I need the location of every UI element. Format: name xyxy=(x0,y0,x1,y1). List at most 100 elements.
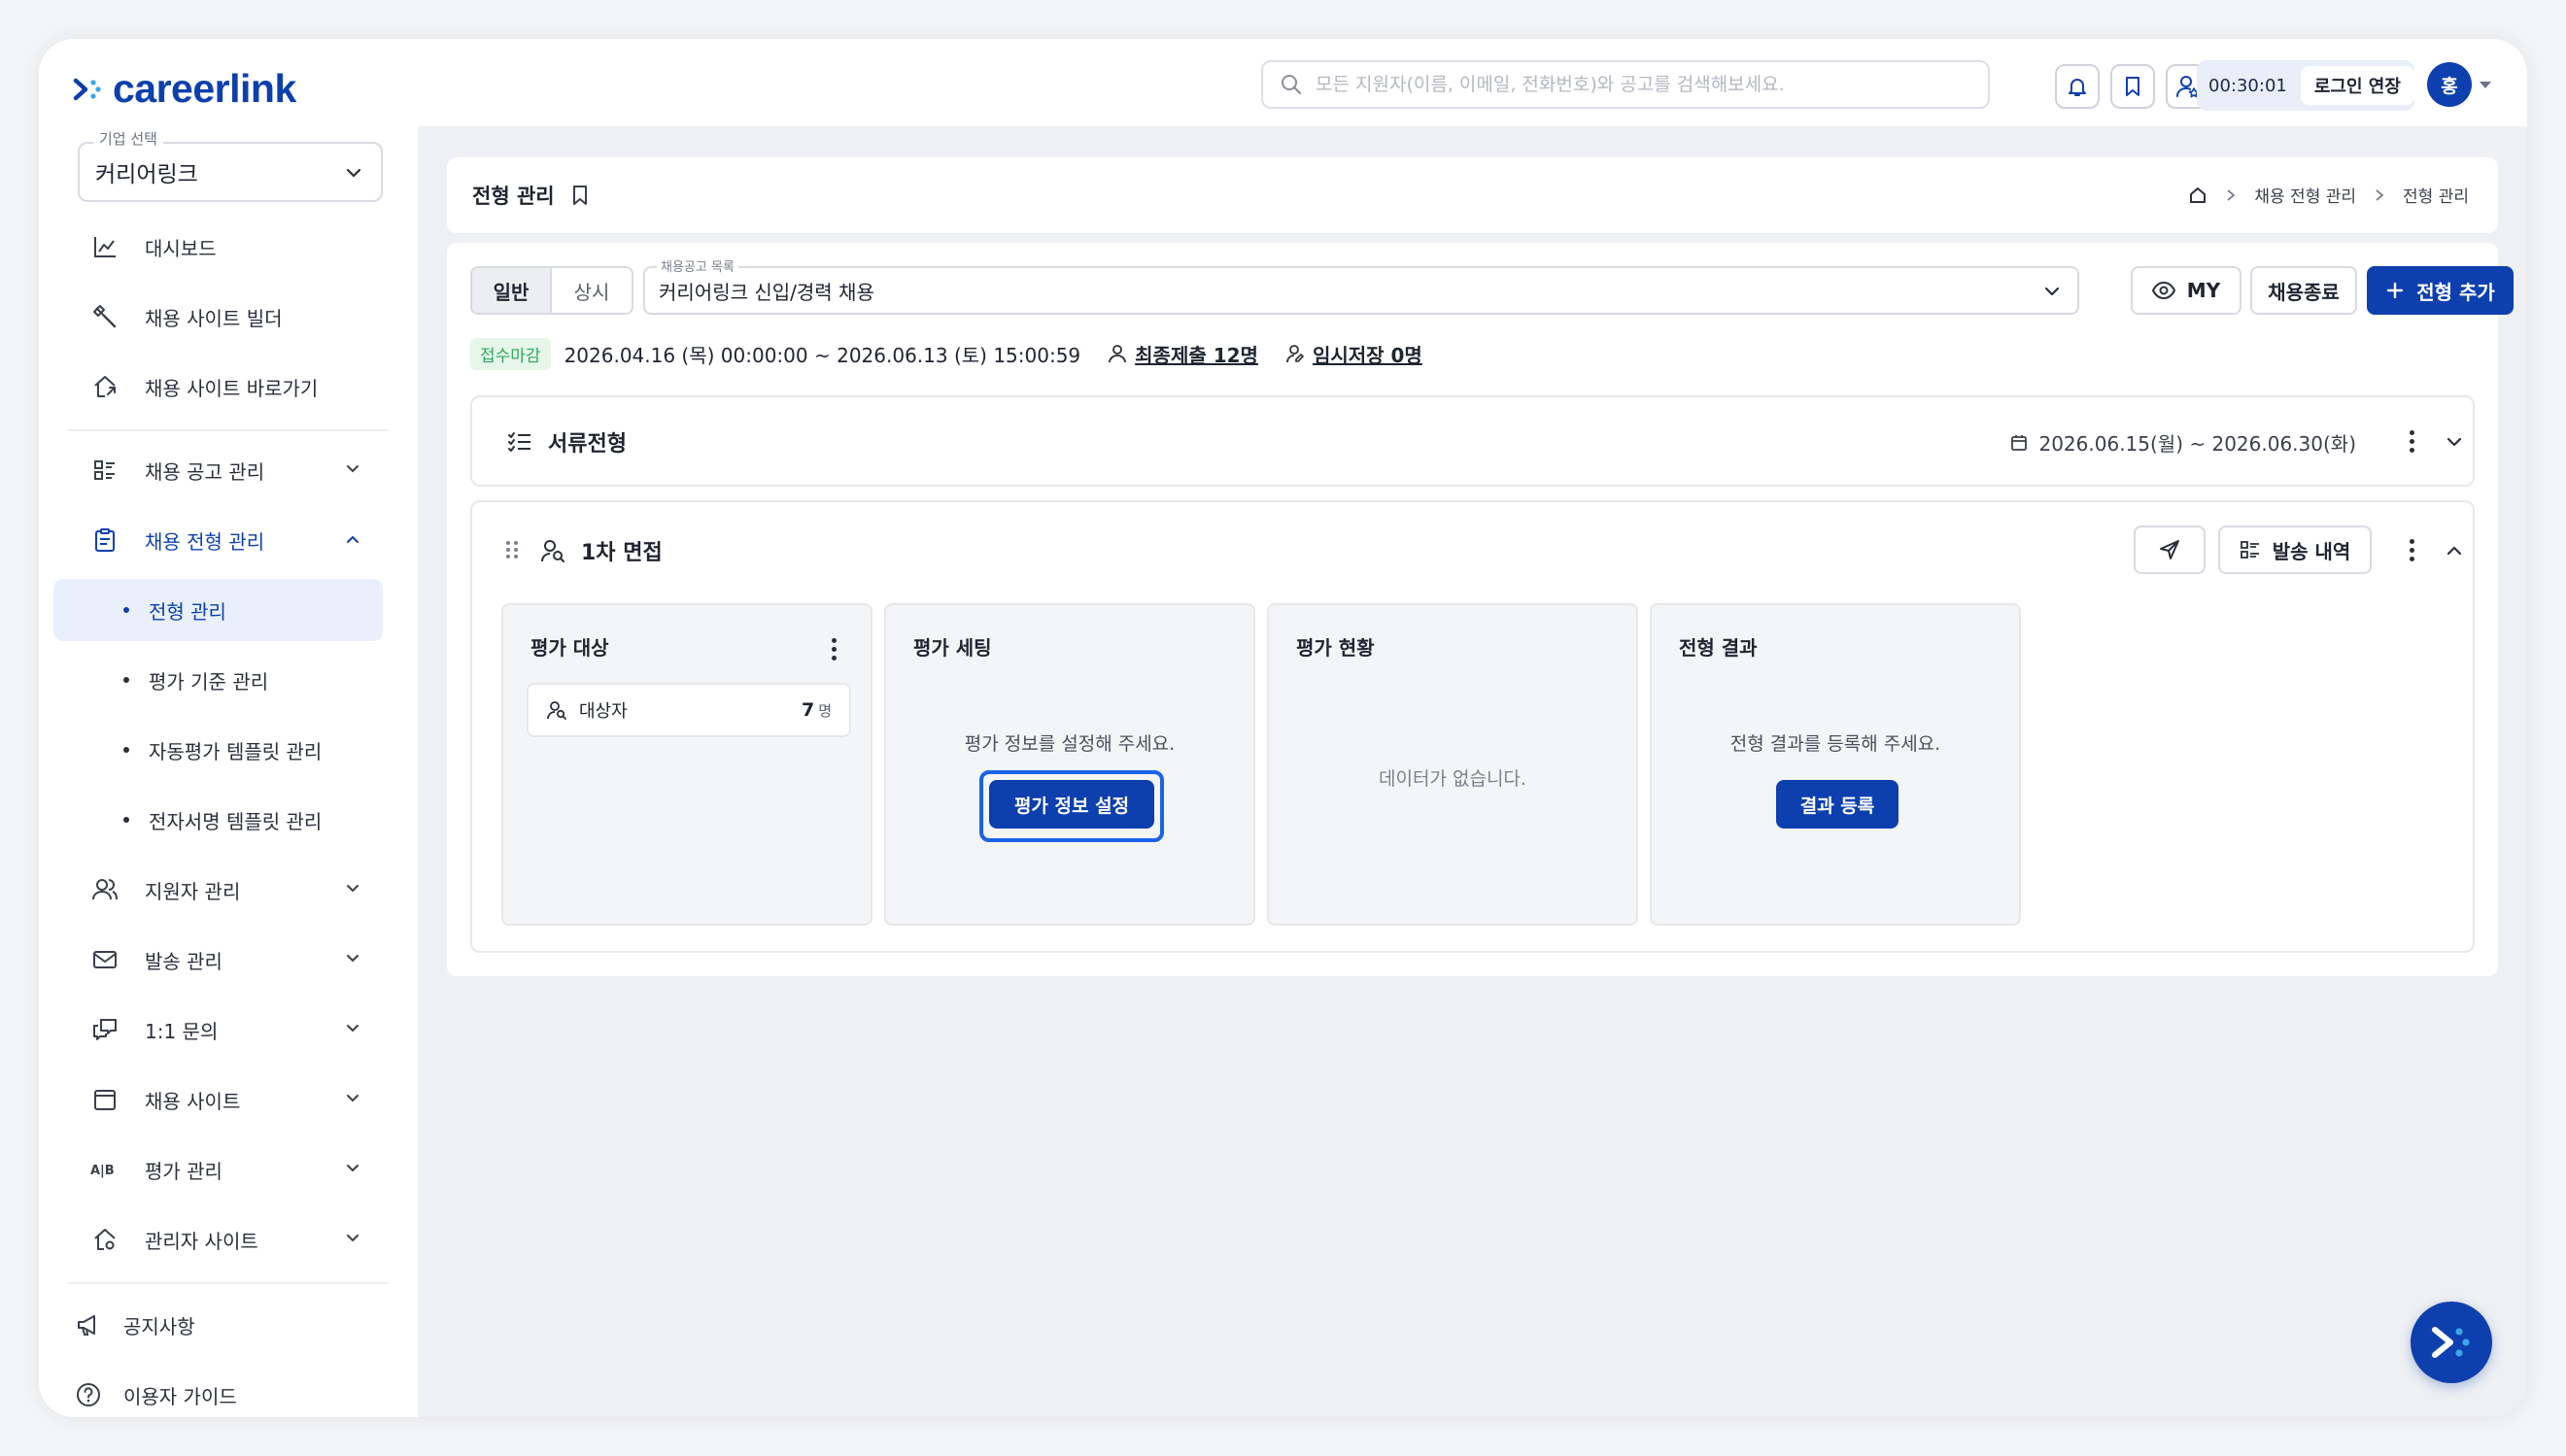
sidebar-subitem-stage[interactable]: 전형 관리 xyxy=(53,579,383,641)
checklist-icon xyxy=(508,432,530,452)
breadcrumb-item[interactable]: 전형 관리 xyxy=(2403,183,2469,207)
list-icon xyxy=(90,456,120,485)
sidebar-item-stage-management[interactable]: 채용 전형 관리 xyxy=(53,509,383,571)
page-title-text: 전형 관리 xyxy=(472,185,555,208)
sidebar-divider xyxy=(68,1282,389,1284)
sidebar-item-site-shortcut[interactable]: 채용 사이트 바로가기 xyxy=(53,356,383,418)
stage-date-text: 2026.06.15(월) ~ 2026.06.30(화) xyxy=(2038,432,2356,456)
my-filter-button[interactable]: MY xyxy=(2131,266,2241,315)
search-input[interactable] xyxy=(1316,74,1937,95)
status-badge: 접수마감 xyxy=(470,337,551,370)
send-history-button[interactable]: 발송 내역 xyxy=(2218,525,2372,574)
stage-document-title[interactable]: 서류전형 xyxy=(507,426,627,457)
bullet-icon xyxy=(123,607,129,613)
target-chip[interactable]: 대상자 7명 xyxy=(527,683,851,737)
company-select[interactable]: 커리어링크 xyxy=(78,142,383,202)
chevron-right-icon xyxy=(2376,188,2384,201)
breadcrumb-item[interactable]: 채용 전형 관리 xyxy=(2254,183,2356,207)
session-timer: 00:30:01 로그인 연장 xyxy=(2197,60,2414,111)
sidebar-item-admin-site[interactable]: 관리자 사이트 xyxy=(53,1208,383,1270)
chevron-down-icon xyxy=(346,168,361,178)
chevron-down-icon xyxy=(347,1165,359,1172)
sidebar-item-applicants[interactable]: 지원자 관리 xyxy=(53,859,383,921)
target-count-unit: 명 xyxy=(818,702,832,720)
sidebar-item-label: 지원자 관리 xyxy=(145,879,241,903)
chatbot-fab[interactable] xyxy=(2411,1302,2492,1383)
top-header: careerlink 00:30:01 로그인 연장 홍 xyxy=(39,39,2527,126)
home-link-icon xyxy=(90,372,120,401)
sidebar-subitem-label: 평가 기준 관리 xyxy=(149,669,269,694)
more-icon[interactable] xyxy=(2402,539,2421,561)
sidebar-subitem-label: 전형 관리 xyxy=(149,599,226,624)
my-filter-label: MY xyxy=(2186,279,2221,302)
tab-general[interactable]: 일반 xyxy=(472,268,552,313)
panel-empty-message: 데이터가 없습니다. xyxy=(1379,768,1526,790)
page-header: 전형 관리 채용 전형 관리 전형 관리 xyxy=(447,157,2498,233)
bell-icon xyxy=(2069,79,2086,96)
bookmark-icon xyxy=(2126,77,2139,96)
sidebar-item-label: 이용자 가이드 xyxy=(123,1384,237,1408)
sidebar-item-dashboard[interactable]: 대시보드 xyxy=(53,216,383,278)
send-button[interactable] xyxy=(2134,525,2206,574)
chevron-down-icon[interactable] xyxy=(2445,432,2464,452)
drag-handle-icon[interactable] xyxy=(505,539,519,560)
sidebar-item-inquiry[interactable]: 1:1 문의 xyxy=(53,999,383,1061)
more-icon[interactable] xyxy=(824,638,843,660)
bookmark-icon[interactable] xyxy=(570,185,590,206)
breadcrumb: 채용 전형 관리 전형 관리 xyxy=(2188,183,2469,207)
sidebar-item-label: 공지사항 xyxy=(123,1314,195,1338)
close-recruitment-button[interactable]: 채용종료 xyxy=(2250,266,2357,315)
stage-interview: 1차 면접 발송 내역 평가 대상 대상자 7명 평가 세팅 평가 정보를 설정… xyxy=(470,500,2475,953)
user-search-icon xyxy=(541,540,565,562)
page-title: 전형 관리 xyxy=(472,181,590,210)
chevron-down-icon xyxy=(347,1025,359,1033)
sidebar-item-guide[interactable]: 이용자 가이드 xyxy=(53,1366,383,1417)
posting-select[interactable]: 커리어링크 신입/경력 채용 xyxy=(643,266,2079,315)
sidebar-item-notice[interactable]: 공지사항 xyxy=(53,1296,383,1354)
megaphone-icon xyxy=(78,1315,95,1336)
sidebar-subitem-label: 전자서명 템플릿 관리 xyxy=(149,809,323,833)
sidebar-item-evaluation[interactable]: A|B 평가 관리 xyxy=(53,1138,383,1201)
tab-always[interactable]: 상시 xyxy=(552,268,632,313)
panel-title: 평가 현황 xyxy=(1296,636,1375,660)
register-result-button[interactable]: 결과 등록 xyxy=(1776,780,1899,829)
sidebar-item-dispatch[interactable]: 발송 관리 xyxy=(53,929,383,991)
stage-title-text: 서류전형 xyxy=(548,432,627,457)
user-icon xyxy=(1109,345,1127,363)
notification-button[interactable] xyxy=(2055,64,2100,109)
sidebar-subitem-auto-eval[interactable]: 자동평가 템플릿 관리 xyxy=(53,719,383,781)
final-submit-link[interactable]: 최종제출 12명 xyxy=(1108,340,1258,368)
posting-period: 2026.04.16 (목) 00:00:00 ~ 2026.06.13 (토)… xyxy=(564,343,1081,367)
logo[interactable]: careerlink xyxy=(72,66,296,112)
bullet-icon xyxy=(123,747,129,753)
posting-select-value: 커리어링크 신입/경력 채용 xyxy=(659,280,874,304)
avatar[interactable]: 홍 xyxy=(2427,62,2472,107)
bookmark-button[interactable] xyxy=(2110,64,2155,109)
sidebar-item-label: 채용 전형 관리 xyxy=(145,529,265,554)
admin-home-icon xyxy=(90,1225,120,1254)
avatar-caret-icon[interactable] xyxy=(2480,82,2491,88)
panel-stage-result: 전형 결과 전형 결과를 등록해 주세요. 결과 등록 xyxy=(1650,603,2021,926)
logo-mark-icon xyxy=(2432,1327,2470,1358)
sidebar-item-career-site[interactable]: 채용 사이트 xyxy=(53,1068,383,1131)
home-icon[interactable] xyxy=(2188,186,2207,205)
more-icon[interactable] xyxy=(2402,430,2421,453)
sidebar-item-label: 채용 사이트 빌더 xyxy=(145,306,283,330)
svg-text:A|B: A|B xyxy=(90,1164,115,1178)
stage-interview-title[interactable]: 1차 면접 xyxy=(540,535,663,566)
chevron-up-icon[interactable] xyxy=(2445,541,2464,560)
sidebar-item-posting-management[interactable]: 채용 공고 관리 xyxy=(53,439,383,501)
global-search[interactable] xyxy=(1261,60,1990,109)
panel-title: 평가 세팅 xyxy=(913,636,992,660)
extend-login-button[interactable]: 로그인 연장 xyxy=(2300,66,2414,105)
eval-setting-button[interactable]: 평가 정보 설정 xyxy=(989,780,1154,829)
add-stage-label: 전형 추가 xyxy=(2416,280,2495,304)
sidebar-subitem-esign[interactable]: 전자서명 템플릿 관리 xyxy=(53,789,383,851)
temp-save-link[interactable]: 임시저장 0명 xyxy=(1285,340,1422,368)
add-stage-button[interactable]: 전형 추가 xyxy=(2367,266,2514,315)
logo-text: careerlink xyxy=(113,66,296,111)
sidebar-item-site-builder[interactable]: 채용 사이트 빌더 xyxy=(53,286,383,348)
sidebar-subitem-criteria[interactable]: 평가 기준 관리 xyxy=(53,649,383,711)
panel-eval-setting: 평가 세팅 평가 정보를 설정해 주세요. 평가 정보 설정 xyxy=(884,603,1255,926)
panel-eval-status: 평가 현황 데이터가 없습니다. xyxy=(1267,603,1638,926)
